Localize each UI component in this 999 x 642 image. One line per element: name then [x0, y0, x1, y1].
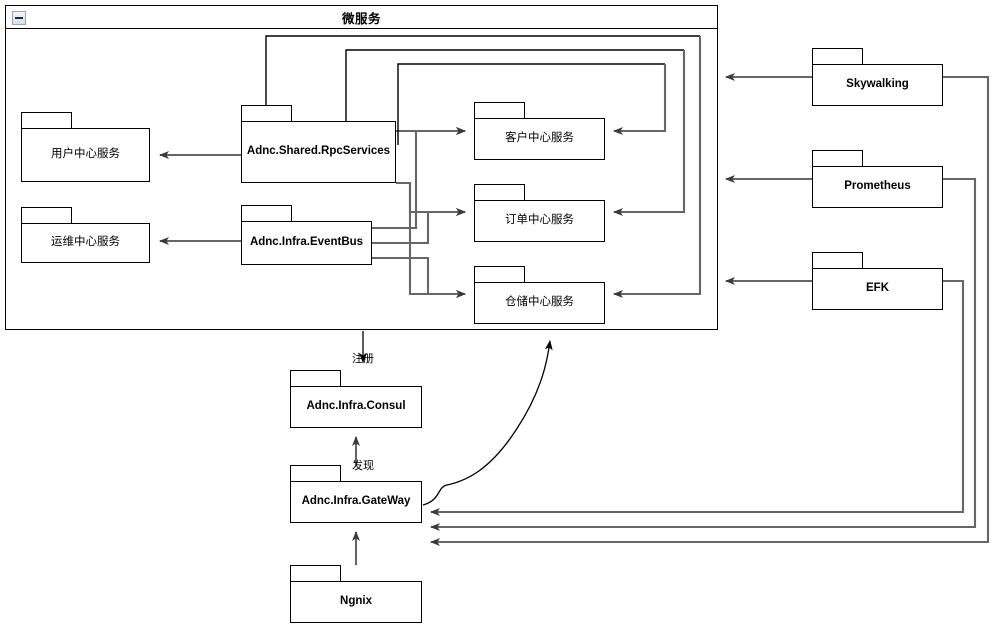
package-label: Ngnix — [340, 595, 372, 608]
package-label: 订单中心服务 — [505, 214, 574, 227]
edge-label-register: 注册 — [352, 350, 374, 366]
package-rpc-services[interactable]: Adnc.Shared.RpcServices — [241, 105, 396, 183]
package-label: EFK — [866, 282, 889, 295]
package-storage-center[interactable]: 仓储中心服务 — [474, 266, 605, 324]
package-tab — [290, 565, 341, 581]
edge-label-text: 注册 — [352, 353, 374, 365]
package-body: 订单中心服务 — [474, 200, 605, 242]
package-label: 客户中心服务 — [505, 132, 574, 145]
package-label: Adnc.Shared.RpcServices — [246, 145, 391, 158]
package-body: 运维中心服务 — [21, 223, 150, 263]
diagram-canvas: 微服务 用户中心服务 运维中心服务 Adnc.Shared.RpcService… — [0, 0, 999, 642]
package-body: Prometheus — [812, 166, 943, 208]
package-label: 用户中心服务 — [51, 148, 120, 161]
package-tab — [812, 150, 863, 166]
group-title-bar: 微服务 — [5, 5, 718, 28]
group-title: 微服务 — [341, 11, 381, 26]
package-tab — [290, 465, 341, 481]
package-tab — [812, 252, 863, 268]
package-body: EFK — [812, 268, 943, 310]
package-tab — [812, 48, 863, 64]
package-label: Adnc.Infra.Consul — [306, 400, 406, 413]
minus-icon[interactable] — [12, 11, 26, 25]
package-event-bus[interactable]: Adnc.Infra.EventBus — [241, 205, 372, 265]
package-order-center[interactable]: 订单中心服务 — [474, 184, 605, 242]
package-efk[interactable]: EFK — [812, 252, 943, 310]
package-user-center[interactable]: 用户中心服务 — [21, 112, 150, 182]
gateway-to-storage-edge — [422, 340, 553, 506]
package-label: Prometheus — [844, 180, 911, 193]
package-label: Adnc.Infra.GateWay — [301, 495, 411, 508]
package-tab — [241, 205, 292, 221]
package-label: 仓储中心服务 — [505, 296, 574, 309]
package-label: Adnc.Infra.EventBus — [249, 236, 364, 249]
package-body: Skywalking — [812, 64, 943, 106]
package-tab — [21, 112, 72, 128]
package-tab — [241, 105, 292, 121]
package-body: Ngnix — [290, 581, 422, 623]
package-tab — [290, 370, 341, 386]
package-body: Adnc.Shared.RpcServices — [241, 121, 396, 183]
package-label: Skywalking — [846, 78, 909, 91]
package-gateway[interactable]: Adnc.Infra.GateWay — [290, 465, 422, 523]
package-body: 仓储中心服务 — [474, 282, 605, 324]
monitor-to-group-edges — [725, 73, 812, 285]
package-tab — [21, 207, 72, 223]
package-body: Adnc.Infra.EventBus — [241, 221, 372, 265]
package-consul[interactable]: Adnc.Infra.Consul — [290, 370, 422, 428]
package-body: Adnc.Infra.Consul — [290, 386, 422, 428]
package-tab — [474, 266, 525, 282]
package-tab — [474, 102, 525, 118]
package-body: 客户中心服务 — [474, 118, 605, 160]
package-ops-center[interactable]: 运维中心服务 — [21, 207, 150, 263]
package-body: 用户中心服务 — [21, 128, 150, 182]
package-customer-center[interactable]: 客户中心服务 — [474, 102, 605, 160]
package-prometheus[interactable]: Prometheus — [812, 150, 943, 208]
package-skywalking[interactable]: Skywalking — [812, 48, 943, 106]
package-body: Adnc.Infra.GateWay — [290, 481, 422, 523]
edge-label-discover: 发现 — [352, 457, 374, 473]
package-tab — [474, 184, 525, 200]
package-label: 运维中心服务 — [51, 236, 120, 249]
edge-label-text: 发现 — [352, 460, 374, 472]
package-ngnix[interactable]: Ngnix — [290, 565, 422, 623]
